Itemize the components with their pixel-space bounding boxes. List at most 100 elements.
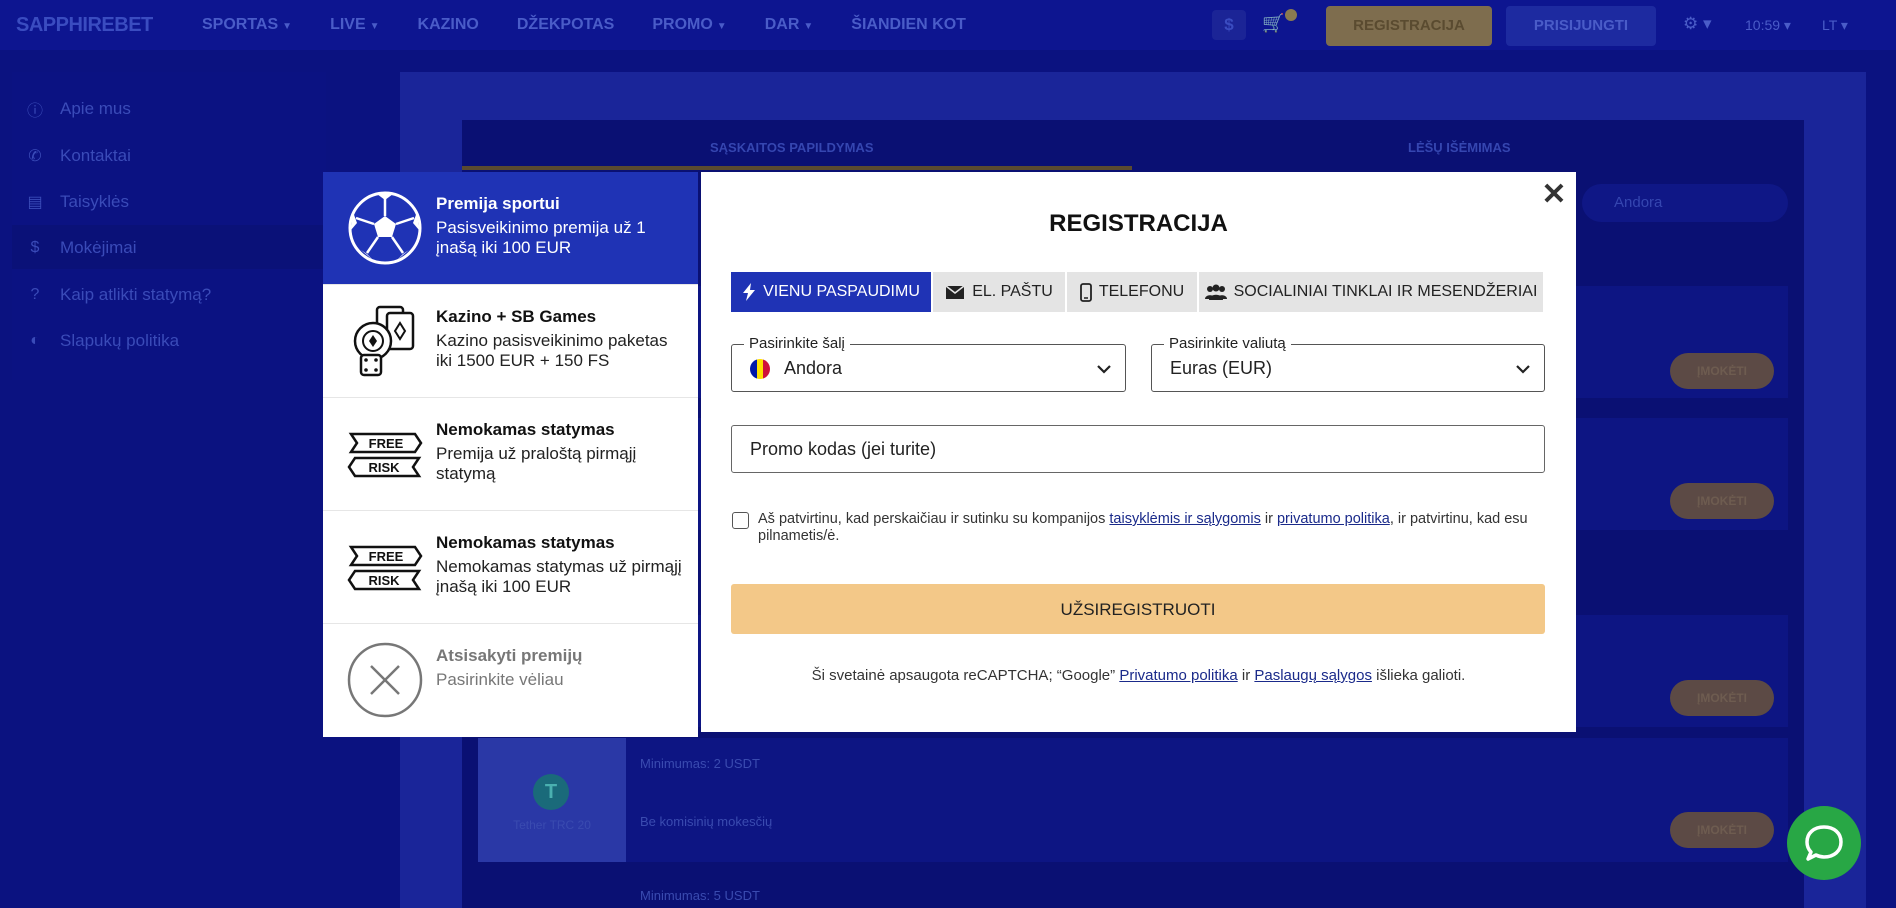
users-icon xyxy=(1204,284,1227,300)
chevron-down-icon xyxy=(1516,365,1530,374)
nav-dar[interactable]: DAR ▼ xyxy=(765,16,814,34)
sidebar-item-taisykles[interactable]: ▤ Taisyklės xyxy=(24,187,129,217)
bonus-description: Nemokamas statymas už pirmąjį įnašą iki … xyxy=(436,557,682,596)
chevron-down-icon: ▼ xyxy=(369,21,380,32)
no-fee-label: Be komisinių mokesčių xyxy=(640,814,773,829)
bonus-description: Pasirinkite vėliau xyxy=(436,670,564,689)
dollar-icon: $ xyxy=(30,239,40,256)
settings-gear-icon[interactable]: ⚙ ▾ xyxy=(1683,14,1712,34)
nav-kazino[interactable]: KAZINO xyxy=(418,16,479,34)
bonus-description: Premija už praloštą pirmąjį statymą xyxy=(436,444,637,483)
terms-checkbox[interactable] xyxy=(732,512,749,529)
main-nav: SPORTAS ▼ LIVE ▼ KAZINO DŽEKPOTAS PROMO ▼ D… xyxy=(202,0,966,50)
bonus-title: Kazino + SB Games xyxy=(436,307,597,326)
pay-button[interactable]: ĮMOKĖTI xyxy=(1670,483,1774,519)
register-submit-button[interactable]: UŽSIREGISTRUOTI xyxy=(731,584,1545,634)
svg-text:FREE: FREE xyxy=(369,549,404,564)
chat-bubble-icon xyxy=(1805,825,1843,861)
promo-code-placeholder: Promo kodas (jei turite) xyxy=(750,439,937,459)
bonus-option-sports[interactable]: Premija sportui Pasisveikinimo premija u… xyxy=(323,172,698,285)
google-privacy-link[interactable]: Privatumo politika xyxy=(1119,667,1237,684)
sidebar-item-apie-mus[interactable]: ⓘ Apie mus xyxy=(24,94,131,124)
bonus-title: Atsisakyti premijų xyxy=(436,646,583,665)
document-icon: ▤ xyxy=(27,194,43,211)
bonus-option-casino[interactable]: Kazino + SB Games Kazino pasisveikinimo … xyxy=(323,285,698,398)
nav-siandien-kot[interactable]: ŠIANDIEN KOT xyxy=(851,16,966,34)
terms-text: Aš patvirtinu, kad perskaičiau ir sutink… xyxy=(758,511,1528,544)
nav-live[interactable]: LIVE ▼ xyxy=(330,16,379,34)
bonus-description: Pasisveikinimo premija už 1 įnašą iki 10… xyxy=(436,218,646,257)
sidebar-item-mokejimai[interactable]: $ Mokėjimai xyxy=(24,233,137,263)
nav-sportas[interactable]: SPORTAS ▼ xyxy=(202,16,292,34)
info-icon: ⓘ xyxy=(26,103,43,120)
background-country-select[interactable]: Andora xyxy=(1582,184,1788,222)
country-value: Andora xyxy=(784,358,843,378)
bonus-title: Premija sportui xyxy=(436,194,560,213)
tab-deposit[interactable]: SĄSKAITOS PAPILDYMAS xyxy=(710,140,873,155)
time-display[interactable]: 10:59 ▾ xyxy=(1745,17,1791,34)
lightning-icon xyxy=(743,283,756,301)
pay-button[interactable]: ĮMOKĖTI xyxy=(1670,353,1774,389)
decline-x-icon xyxy=(347,642,423,718)
cookie-icon: ◐ xyxy=(30,332,40,349)
header-register-button[interactable]: REGISTRACIJA xyxy=(1326,6,1492,46)
svg-text:RISK: RISK xyxy=(368,573,400,588)
pay-button[interactable]: ĮMOKĖTI xyxy=(1670,680,1774,716)
phone-icon xyxy=(1079,282,1092,302)
chevron-down-icon: ▼ xyxy=(803,21,814,32)
min-amount-label: Minimumas: 2 USDT xyxy=(640,756,760,771)
tab-one-click[interactable]: VIENU PASPAUDIMU xyxy=(731,272,931,312)
live-chat-button[interactable] xyxy=(1787,806,1861,880)
recaptcha-notice: Ši svetainė apsaugota reCAPTCHA; “Google… xyxy=(811,667,1466,684)
privacy-link[interactable]: privatumo politika xyxy=(1277,511,1390,527)
chevron-down-icon xyxy=(1097,365,1111,374)
sidebar-item-slapuku[interactable]: ◐ Slapukų politika xyxy=(24,326,179,356)
tab-withdraw[interactable]: LĖŠŲ IŠĖMIMAS xyxy=(1408,140,1511,155)
bonus-option-free-bet-deposit[interactable]: FREE RISK Nemokamas statymas Nemokamas s… xyxy=(323,511,698,624)
bonus-description: Kazino pasisveikinimo paketas iki 1500 E… xyxy=(436,331,668,370)
country-select-label: Pasirinkite šalį xyxy=(744,335,850,352)
bonus-option-decline[interactable]: Atsisakyti premijų Pasirinkite vėliau xyxy=(323,624,698,737)
bonus-selection-panel: Premija sportui Pasisveikinimo premija u… xyxy=(323,172,698,737)
header-login-button[interactable]: PRISIJUNGTI xyxy=(1506,6,1656,46)
sidebar-item-kaip-atlikti[interactable]: ? Kaip atlikti statymą? xyxy=(24,280,212,310)
sidebar-item-kontaktai[interactable]: ✆ Kontaktai xyxy=(24,141,131,171)
tab-email[interactable]: EL. PAŠTU xyxy=(933,272,1065,312)
site-logo[interactable]: SAPPHIREBET xyxy=(16,14,153,37)
min-amount-label: Minimumas: 5 USDT xyxy=(640,888,760,903)
tab-phone[interactable]: TELEFONU xyxy=(1067,272,1197,312)
terms-link[interactable]: taisyklėmis ir sąlygomis xyxy=(1109,511,1260,527)
andorra-flag-icon xyxy=(750,359,770,379)
language-select[interactable]: LT ▾ xyxy=(1822,17,1848,34)
country-select[interactable]: Pasirinkite šalį Andora xyxy=(731,335,1126,392)
free-risk-icon: FREE RISK xyxy=(347,432,423,478)
nav-dzekpotas[interactable]: DŽEKPOTAS xyxy=(517,16,614,34)
tether-icon: T xyxy=(533,774,569,810)
svg-text:RISK: RISK xyxy=(368,460,400,475)
tab-social[interactable]: SOCIALINIAI TINKLAI IR MESENDŽERIAI xyxy=(1199,272,1543,312)
currency-button[interactable]: $ xyxy=(1212,10,1246,40)
soccer-ball-icon xyxy=(348,191,422,265)
bonus-title: Nemokamas statymas xyxy=(436,533,615,552)
google-terms-link[interactable]: Paslaugų sąlygos xyxy=(1254,667,1372,684)
cart-icon[interactable]: 🛒 xyxy=(1262,13,1284,34)
close-icon[interactable]: ✕ xyxy=(1537,178,1571,212)
bonus-option-free-bet-loss[interactable]: FREE RISK Nemokamas statymas Premija už … xyxy=(323,398,698,511)
currency-select[interactable]: Pasirinkite valiutą Euras (EUR) xyxy=(1151,335,1545,392)
bonus-title: Nemokamas statymas xyxy=(436,420,615,439)
phone-icon: ✆ xyxy=(28,148,42,165)
modal-title: REGISTRACIJA xyxy=(1049,210,1228,237)
promo-code-input[interactable]: Promo kodas (jei turite) xyxy=(731,425,1545,473)
free-risk-icon: FREE RISK xyxy=(347,545,423,591)
casino-cards-chip-dice-icon xyxy=(353,305,415,377)
nav-promo[interactable]: PROMO ▼ xyxy=(652,16,726,34)
svg-text:FREE: FREE xyxy=(369,436,404,451)
tether-label: Tether TRC 20 xyxy=(513,818,591,832)
question-icon: ? xyxy=(30,286,40,303)
pay-button[interactable]: ĮMOKĖTI xyxy=(1670,812,1774,848)
registration-method-tabs: VIENU PASPAUDIMU EL. PAŠTU TELEFONU SOCI… xyxy=(731,272,1543,312)
cart-badge xyxy=(1285,9,1297,21)
envelope-icon xyxy=(945,284,965,299)
tab-underline xyxy=(462,166,1132,170)
chevron-down-icon: ▼ xyxy=(282,21,293,32)
